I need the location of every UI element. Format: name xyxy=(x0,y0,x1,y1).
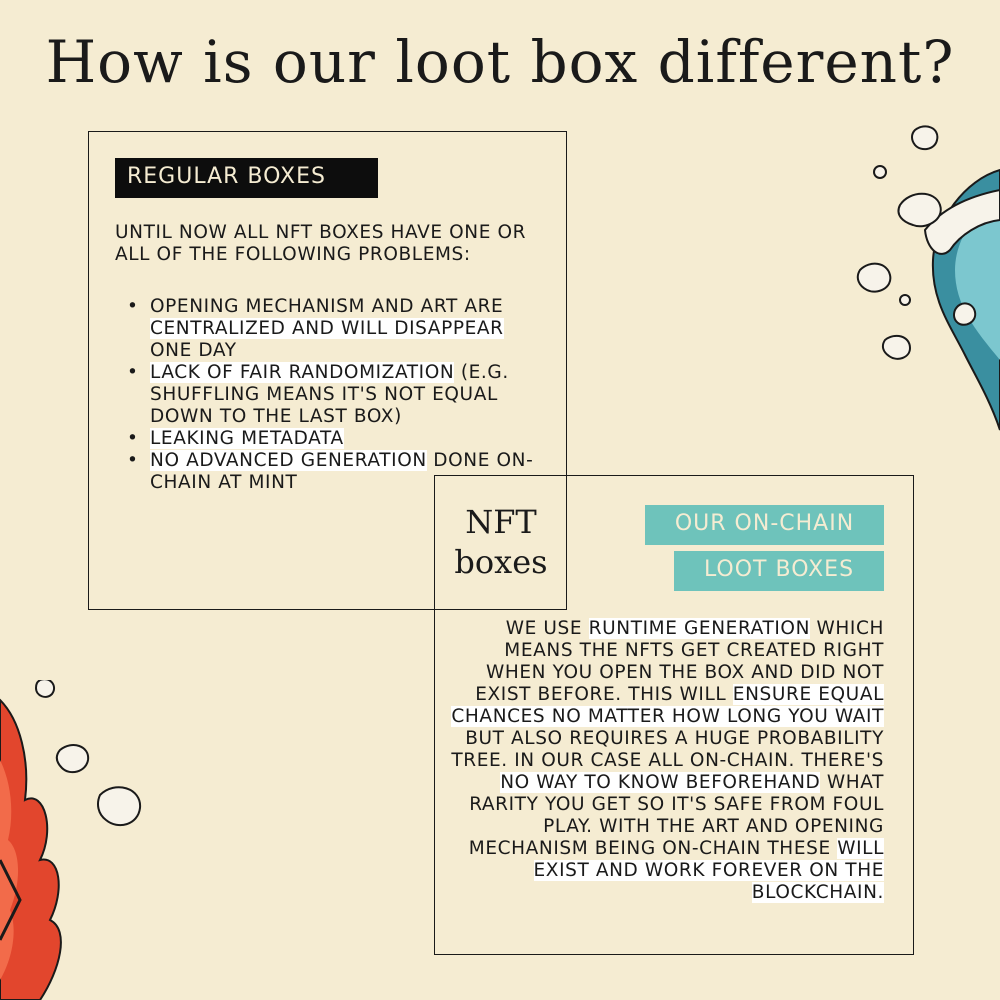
regular-boxes-tag: REGULAR BOXES xyxy=(115,158,378,198)
onchain-description: WE USE RUNTIME GENERATION WHICH MEANS TH… xyxy=(451,618,884,903)
flame-illustration xyxy=(0,680,142,1000)
nft-boxes-label: NFT boxes xyxy=(454,503,548,581)
list-item: LEAKING METADATA xyxy=(115,428,535,450)
wave-splash-illustration xyxy=(856,125,1000,431)
list-item: OPENING MECHANISM AND ART ARE CENTRALIZE… xyxy=(115,296,535,362)
list-item: LACK OF FAIR RANDOMIZATION (E.G. SHUFFLI… xyxy=(115,362,535,428)
onchain-tag-line2: LOOT BOXES xyxy=(674,551,884,591)
page-title: How is our loot box different? xyxy=(45,28,955,96)
list-item: NO ADVANCED GENERATION DONE ON-CHAIN AT … xyxy=(115,450,535,494)
onchain-tag-line1: OUR ON-CHAIN xyxy=(645,505,884,545)
problems-list: OPENING MECHANISM AND ART ARE CENTRALIZE… xyxy=(115,296,535,494)
regular-boxes-intro: UNTIL NOW ALL NFT BOXES HAVE ONE OR ALL … xyxy=(115,222,527,265)
